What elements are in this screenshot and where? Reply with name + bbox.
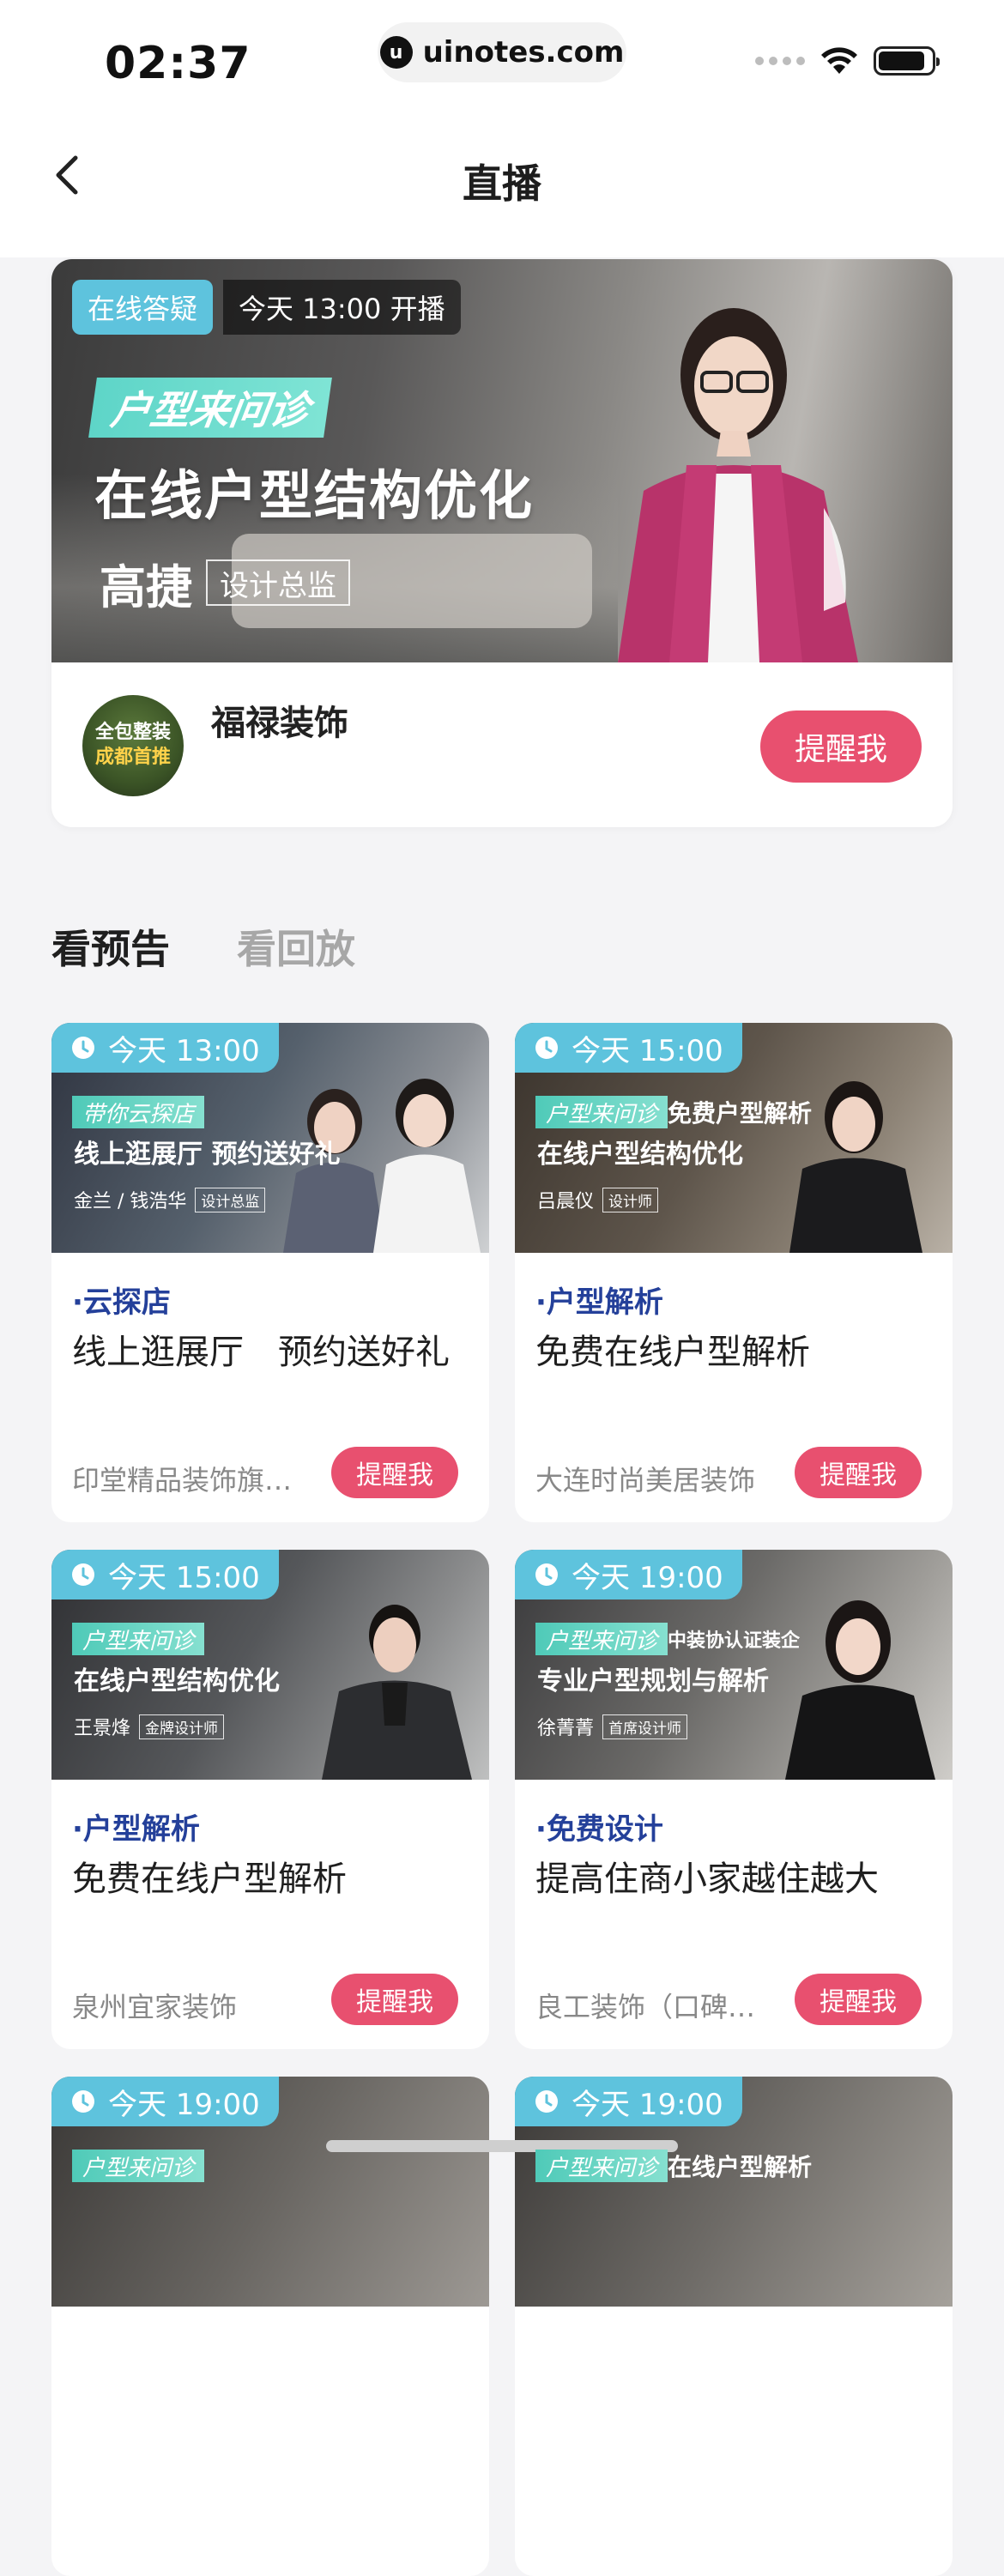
live-card-cover[interactable]: 今天 13:00 带你云探店 线上逛展厅 预约送好礼 金兰 / 钱浩华 设计总监 (51, 1023, 489, 1253)
remind-me-button[interactable]: 提醒我 (331, 1447, 458, 1498)
cover-title: 线上逛展厅 预约送好礼 (74, 1140, 341, 1170)
card-title: 提高住商小家越住越大 (535, 1859, 879, 1899)
cover-subtitle-2: 中装协认证装企 (668, 1630, 801, 1652)
time-badge: 今天 13:00 (51, 1023, 279, 1073)
live-card-cover[interactable]: 今天 19:00 户型来问诊 (51, 2077, 489, 2307)
nav-bar: 直播 (0, 120, 1004, 232)
clock-icon (535, 1037, 558, 1059)
time-badge: 今天 15:00 (51, 1550, 279, 1599)
cover-title: 在线户型结构优化 (537, 1140, 743, 1170)
time-badge: 今天 15:00 (515, 1023, 742, 1073)
start-time-tag: 今天 13:00 开播 (223, 280, 461, 335)
cover-title: 专业户型规划与解析 (537, 1666, 769, 1696)
card-category: ·户型解析 (535, 1285, 663, 1320)
remind-me-button[interactable]: 提醒我 (795, 1974, 922, 2025)
time-badge: 今天 19:00 (515, 2077, 742, 2126)
live-card-body: ·户型解析 免费在线户型解析 泉州宜家装饰 提醒我 (51, 1780, 489, 2049)
card-category: ·云探店 (72, 1285, 171, 1320)
status-time: 02:37 (105, 38, 251, 89)
host-avatar[interactable]: 全包整装 成都首推 (82, 695, 184, 796)
cover-subtitle: 户型来问诊 (535, 2150, 668, 2182)
cover-host: 金兰 / 钱浩华 设计总监 (74, 1186, 266, 1213)
host-name[interactable]: 福禄装饰 (211, 695, 348, 745)
clock-icon (535, 1563, 558, 1586)
live-card-cover[interactable]: 今天 19:00 户型来问诊 中装协认证装企 专业户型规划与解析 徐菁菁 首席设… (515, 1550, 953, 1780)
live-card-cover[interactable]: 今天 15:00 户型来问诊 在线户型结构优化 王景烽 金牌设计师 (51, 1550, 489, 1780)
time-badge: 今天 19:00 (51, 2077, 279, 2126)
live-card[interactable]: 今天 15:00 户型来问诊 在线户型结构优化 王景烽 金牌设计师 ·户型解析 … (51, 1550, 489, 2049)
status-indicators (755, 46, 940, 76)
cover-title: 在线户型结构优化 (74, 1666, 280, 1696)
cover-host: 王景烽 金牌设计师 (74, 1713, 225, 1740)
live-card[interactable]: 今天 15:00 户型来问诊 免费户型解析 在线户型结构优化 吕晨仪 设计师 ·… (515, 1023, 953, 1522)
live-card[interactable]: 今天 13:00 带你云探店 线上逛展厅 预约送好礼 金兰 / 钱浩华 设计总监… (51, 1023, 489, 1522)
presenter-photo (618, 308, 858, 662)
card-shop-name: 良工装饰（口碑… (535, 1991, 756, 2023)
presenter-photo (785, 1600, 935, 1780)
clock-icon (535, 2090, 558, 2113)
cover-subtitle: 户型来问诊 (72, 2150, 205, 2182)
card-title: 免费在线户型解析 (72, 1859, 347, 1899)
page-title: 直播 (463, 160, 541, 207)
presenter-photo (789, 1081, 922, 1253)
card-title: 线上逛展厅 预约送好礼 (72, 1333, 450, 1372)
cover-subtitle: 户型来问诊 (535, 1096, 668, 1128)
content-tabs: 看预告 看回放 (51, 918, 355, 975)
clock-icon (72, 2090, 94, 2113)
site-logo-icon: u (379, 36, 413, 69)
designer-role: 设计总监 (206, 559, 350, 606)
battery-icon (874, 46, 940, 76)
live-card-body: ·户型解析 免费在线户型解析 大连时尚美居装饰 提醒我 (515, 1253, 953, 1522)
live-card[interactable]: 今天 19:00 户型来问诊 在线户型解析 (515, 2077, 953, 2576)
featured-cover-image[interactable]: 在线答疑 今天 13:00 开播 户型来问诊 在线户型结构优化 高捷 设计总监 (51, 259, 953, 662)
url-text: uinotes.com (422, 35, 625, 70)
remind-me-button[interactable]: 提醒我 (760, 711, 922, 783)
live-card-body: ·云探店 线上逛展厅 预约送好礼 印堂精品装饰旗… 提醒我 (51, 1253, 489, 1522)
online-qa-tag: 在线答疑 (72, 280, 214, 335)
card-title: 免费在线户型解析 (535, 1333, 810, 1372)
remind-me-button[interactable]: 提醒我 (331, 1974, 458, 2025)
presenter-photo (322, 1605, 472, 1780)
live-card-body: ·免费设计 提高住商小家越住越大 良工装饰（口碑… 提醒我 (515, 1780, 953, 2049)
featured-footer: 全包整装 成都首推 福禄装饰 提醒我 (51, 662, 953, 827)
cellular-signal-icon (755, 57, 805, 65)
card-shop-name: 泉州宜家装饰 (72, 1991, 238, 2023)
live-card-cover[interactable]: 今天 19:00 户型来问诊 在线户型解析 (515, 2077, 953, 2307)
cover-subtitle: 带你云探店 (72, 1096, 205, 1128)
card-shop-name: 印堂精品装饰旗… (72, 1464, 293, 1497)
cover-host: 徐菁菁 首席设计师 (537, 1713, 688, 1740)
card-category: ·户型解析 (72, 1812, 200, 1847)
featured-headline: 在线户型结构优化 (94, 464, 535, 527)
card-shop-name: 大连时尚美居装饰 (535, 1464, 756, 1497)
cover-host: 吕晨仪 设计师 (537, 1186, 659, 1213)
live-card-cover[interactable]: 今天 15:00 户型来问诊 免费户型解析 在线户型结构优化 吕晨仪 设计师 (515, 1023, 953, 1253)
live-card[interactable]: 今天 19:00 户型来问诊 中装协认证装企 专业户型规划与解析 徐菁菁 首席设… (515, 1550, 953, 2049)
tab-replay[interactable]: 看回放 (237, 918, 355, 975)
tab-preview[interactable]: 看预告 (51, 918, 170, 975)
featured-live-card[interactable]: 在线答疑 今天 13:00 开播 户型来问诊 在线户型结构优化 高捷 设计总监 … (51, 259, 953, 827)
cover-subtitle-2: 免费户型解析 (668, 1099, 813, 1128)
featured-subtitle: 户型来问诊 (88, 378, 332, 438)
card-category: ·免费设计 (535, 1812, 663, 1847)
time-badge: 今天 19:00 (515, 1550, 742, 1599)
wifi-icon (821, 47, 857, 74)
status-bar: 02:37 u uinotes.com (0, 0, 1004, 120)
url-pill[interactable]: u uinotes.com (378, 22, 626, 82)
cover-subtitle-2: 在线户型解析 (668, 2153, 813, 2181)
cover-subtitle: 户型来问诊 (72, 1623, 205, 1655)
remind-me-button[interactable]: 提醒我 (795, 1447, 922, 1498)
clock-icon (72, 1037, 94, 1059)
cover-subtitle: 户型来问诊 (535, 1623, 668, 1655)
clock-icon (72, 1563, 94, 1586)
designer-name: 高捷 (100, 560, 192, 614)
